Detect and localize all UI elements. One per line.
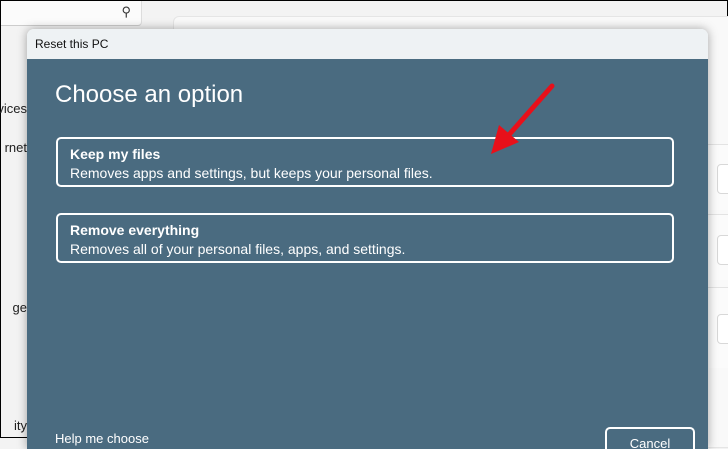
arrow-shaft xyxy=(504,83,555,140)
red-arrow-annotation xyxy=(491,83,555,154)
